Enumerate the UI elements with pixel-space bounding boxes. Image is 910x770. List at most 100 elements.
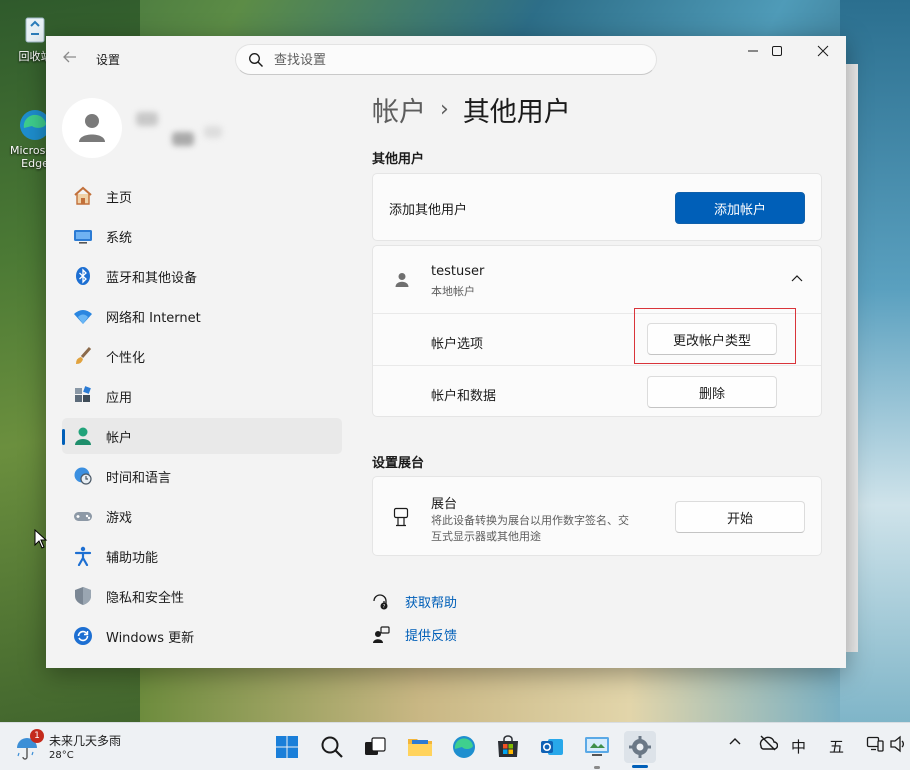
running-indicator <box>594 766 600 769</box>
give-feedback-link[interactable]: 提供反馈 <box>372 625 457 644</box>
help-icon: ? <box>373 593 388 610</box>
gamepad-icon <box>73 506 93 526</box>
maximize-button[interactable] <box>754 36 800 66</box>
sidebar-item-accounts[interactable]: 帐户 <box>62 418 342 454</box>
sidebar-item-accessibility[interactable]: 辅助功能 <box>62 538 342 574</box>
section-title-kiosk: 设置展台 <box>372 456 425 471</box>
close-button[interactable] <box>800 36 846 66</box>
sidebar-item-label: 应用 <box>106 390 133 406</box>
delete-account-button[interactable]: 删除 <box>647 376 777 408</box>
network-disconnected-icon <box>759 735 779 751</box>
sidebar-item-label: 蓝牙和其他设备 <box>106 270 198 286</box>
breadcrumb-separator: › <box>440 97 449 122</box>
sidebar-item-home[interactable]: 主页 <box>62 178 342 214</box>
outlook-button[interactable] <box>536 731 568 763</box>
sidebar-item-apps[interactable]: 应用 <box>62 378 342 414</box>
volume-button[interactable] <box>890 735 906 757</box>
update-icon <box>73 626 93 646</box>
account-data-label: 帐户和数据 <box>431 389 497 404</box>
kiosk-icon <box>393 507 409 527</box>
network-status-button[interactable] <box>758 735 779 755</box>
user-header-row[interactable]: testuser 本地帐户 <box>373 246 821 313</box>
kiosk-start-button[interactable]: 开始 <box>675 501 805 533</box>
brush-icon <box>73 346 93 366</box>
ime-mode-indicator[interactable]: 五 <box>829 736 844 757</box>
gear-icon <box>629 736 651 758</box>
maximize-icon <box>772 46 782 56</box>
chevron-up-icon <box>729 738 741 745</box>
sidebar-item-windows-update[interactable]: Windows 更新 <box>62 618 342 654</box>
add-account-button[interactable]: 添加帐户 <box>675 192 805 224</box>
task-view-icon <box>365 737 386 755</box>
bluetooth-icon <box>73 266 93 286</box>
add-other-user-label: 添加其他用户 <box>389 203 468 218</box>
sidebar-item-privacy[interactable]: 隐私和安全性 <box>62 578 342 614</box>
home-icon <box>73 186 93 206</box>
remote-desktop-icon <box>585 737 609 756</box>
store-icon <box>498 735 518 757</box>
search-icon <box>249 53 263 67</box>
weather-widget[interactable]: 1 未来几天多雨 28°C <box>14 729 134 765</box>
section-title-other-users: 其他用户 <box>372 152 425 167</box>
get-help-link[interactable]: ? 获取帮助 <box>372 592 457 611</box>
divider <box>373 365 821 366</box>
svg-text:?: ? <box>383 604 386 610</box>
sidebar-item-label: 隐私和安全性 <box>106 590 185 606</box>
give-feedback-text: 提供反馈 <box>405 629 458 644</box>
windows-logo-icon <box>276 736 298 758</box>
device-icon <box>866 736 884 752</box>
sidebar-item-label: 主页 <box>106 190 133 206</box>
settings-taskbar-button[interactable] <box>624 731 656 763</box>
account-options-label: 帐户选项 <box>431 337 484 352</box>
start-button[interactable] <box>271 731 303 763</box>
profile-name-redacted <box>136 106 232 150</box>
sidebar-item-personalization[interactable]: 个性化 <box>62 338 342 374</box>
weather-badge: 1 <box>30 729 44 743</box>
person-icon <box>395 273 409 287</box>
user-name: testuser <box>431 264 485 279</box>
breadcrumb-parent[interactable]: 帐户 <box>372 90 426 129</box>
folder-icon <box>408 739 432 756</box>
avatar[interactable] <box>62 98 122 158</box>
search-box[interactable] <box>235 44 657 75</box>
settings-window: 设置 主页 <box>46 36 846 668</box>
task-view-button[interactable] <box>359 731 391 763</box>
user-account-type: 本地帐户 <box>431 285 475 298</box>
background-window-edge <box>846 64 858 652</box>
person-icon <box>79 114 105 142</box>
search-input[interactable] <box>274 50 634 70</box>
sidebar-item-bluetooth[interactable]: 蓝牙和其他设备 <box>62 258 342 294</box>
app-title: 设置 <box>96 53 121 67</box>
show-hidden-icons-button[interactable] <box>728 735 742 753</box>
sidebar-item-system[interactable]: 系统 <box>62 218 342 254</box>
chevron-up-icon[interactable] <box>791 274 803 284</box>
kiosk-title: 展台 <box>431 497 458 512</box>
shield-icon <box>73 586 93 606</box>
sidebar-item-label: 网络和 Internet <box>106 310 201 326</box>
system-icon <box>73 226 93 246</box>
store-button[interactable] <box>492 731 524 763</box>
ime-language-indicator[interactable]: 中 <box>791 736 806 757</box>
remote-app-button[interactable] <box>581 731 613 763</box>
taskbar-search-button[interactable] <box>316 731 348 763</box>
close-icon <box>817 45 829 57</box>
get-help-text: 获取帮助 <box>405 596 458 611</box>
search-icon <box>321 736 343 758</box>
sidebar-item-time-language[interactable]: 时间和语言 <box>62 458 342 494</box>
mouse-cursor-icon <box>34 529 48 549</box>
sidebar-item-gaming[interactable]: 游戏 <box>62 498 342 534</box>
back-button[interactable] <box>60 49 80 69</box>
sidebar-item-network[interactable]: 网络和 Internet <box>62 298 342 334</box>
active-app-indicator <box>632 765 648 768</box>
sidebar-item-label: 辅助功能 <box>106 550 159 566</box>
kiosk-card: 展台 将此设备转换为展台以用作数字签名、交 互式显示器或其他用途 开始 <box>372 476 822 556</box>
taskbar: 1 未来几天多雨 28°C 中 五 <box>0 722 910 770</box>
title-bar: 设置 <box>46 36 846 82</box>
edge-taskbar-button[interactable] <box>448 731 480 763</box>
edge-icon <box>453 736 475 758</box>
accessibility-icon <box>73 546 93 566</box>
file-explorer-button[interactable] <box>404 731 436 763</box>
weather-title: 未来几天多雨 <box>49 734 122 748</box>
tray-device-button[interactable] <box>866 735 884 757</box>
globe-clock-icon <box>73 466 93 486</box>
